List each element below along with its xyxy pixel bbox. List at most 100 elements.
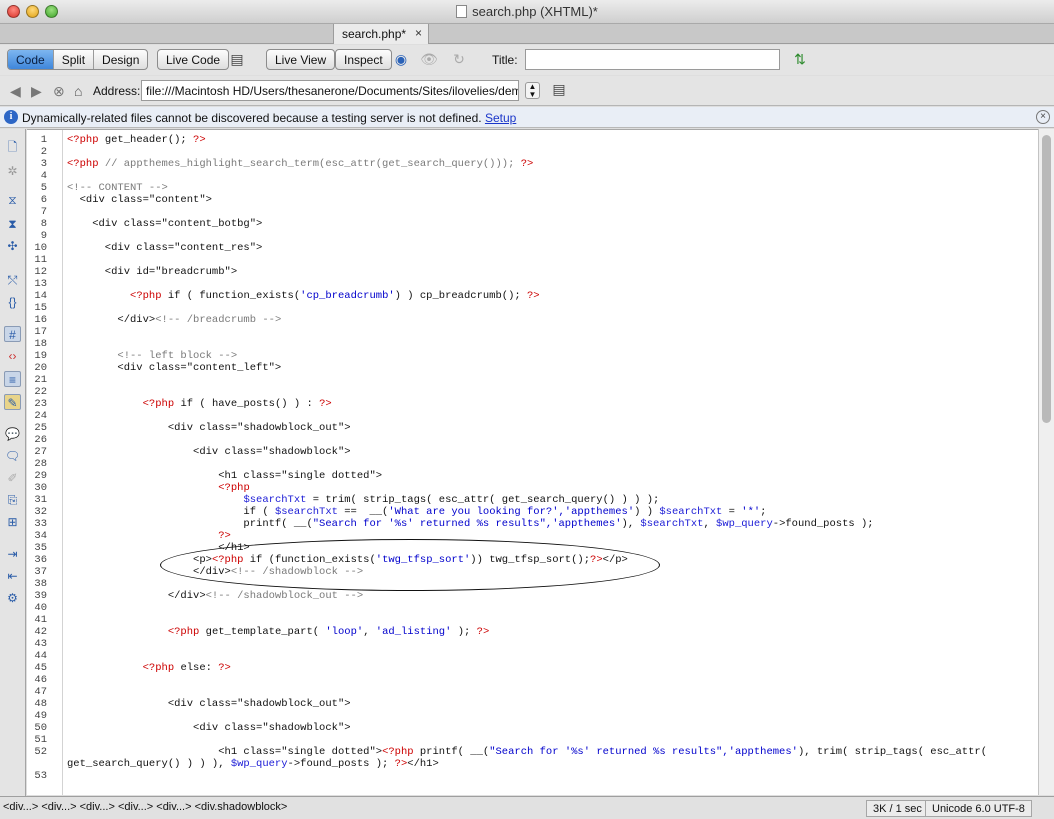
outdent-code-icon[interactable]: ⇤: [4, 568, 21, 584]
visual-aids-icon[interactable]: 👁: [418, 51, 440, 69]
code-line[interactable]: 13: [27, 278, 1038, 290]
code-line[interactable]: 52 <h1 class="single dotted"><?php print…: [27, 746, 1038, 758]
preview-browser-icon[interactable]: ◉: [390, 51, 412, 69]
code-line[interactable]: 24: [27, 410, 1038, 422]
tag-selector[interactable]: <div...> <div...> <div...> <div...> <div…: [3, 801, 287, 813]
inspect-button[interactable]: Inspect: [335, 49, 392, 70]
code-line[interactable]: 46: [27, 674, 1038, 686]
code-line[interactable]: 53: [27, 770, 1038, 782]
code-line[interactable]: 10 <div class="content_res">: [27, 242, 1038, 254]
code-line[interactable]: 19 <!-- left block -->: [27, 350, 1038, 362]
apply-comment-icon[interactable]: 💬: [4, 426, 21, 442]
code-line[interactable]: 12 <div id="breadcrumb">: [27, 266, 1038, 278]
scrollbar-thumb[interactable]: [1042, 135, 1051, 423]
code-line[interactable]: 50 <div class="shadowblock">: [27, 722, 1038, 734]
code-line[interactable]: 44: [27, 650, 1038, 662]
live-view-button[interactable]: Live View: [266, 49, 336, 70]
open-documents-icon[interactable]: 🗋: [4, 139, 21, 155]
design-view-button[interactable]: Design: [94, 50, 147, 69]
info-close-icon[interactable]: ×: [1036, 110, 1050, 124]
code-line[interactable]: 16 </div><!-- /breadcrumb -->: [27, 314, 1038, 326]
code-line[interactable]: 42 <?php get_template_part( 'loop', 'ad_…: [27, 626, 1038, 638]
code-line[interactable]: 14 <?php if ( function_exists('cp_breadc…: [27, 290, 1038, 302]
code-line[interactable]: 41: [27, 614, 1038, 626]
code-line[interactable]: 48 <div class="shadowblock_out">: [27, 698, 1038, 710]
split-view-button[interactable]: Split: [54, 50, 95, 69]
move-css-icon[interactable]: ⊞: [4, 514, 21, 530]
live-code-button[interactable]: Live Code: [157, 49, 230, 70]
code-line[interactable]: 51: [27, 734, 1038, 746]
tab-close-icon[interactable]: ×: [415, 26, 422, 40]
vertical-scrollbar[interactable]: [1038, 129, 1054, 795]
code-line[interactable]: 20 <div class="content_left">: [27, 362, 1038, 374]
code-line[interactable]: 37 </div><!-- /shadowblock -->: [27, 566, 1038, 578]
wrap-tag-icon[interactable]: ✐: [4, 470, 21, 486]
code-line[interactable]: 25 <div class="shadowblock_out">: [27, 422, 1038, 434]
refresh-icon[interactable]: ↻: [448, 51, 470, 69]
code-line[interactable]: 7: [27, 206, 1038, 218]
code-line[interactable]: 26: [27, 434, 1038, 446]
code-line[interactable]: 49: [27, 710, 1038, 722]
code-line[interactable]: 11: [27, 254, 1038, 266]
code-line[interactable]: 30 <?php: [27, 482, 1038, 494]
code-line[interactable]: 47: [27, 686, 1038, 698]
word-wrap-icon[interactable]: ≡: [4, 371, 21, 387]
code-line[interactable]: 9: [27, 230, 1038, 242]
code-line[interactable]: 31 $searchTxt = trim( strip_tags( esc_at…: [27, 494, 1038, 506]
back-icon[interactable]: ◀: [10, 83, 21, 100]
show-code-navigator-icon[interactable]: ✲: [4, 163, 21, 179]
code-view-button[interactable]: Code: [8, 50, 54, 69]
encoding-indicator[interactable]: Unicode 6.0 UTF-8: [925, 800, 1032, 817]
address-input[interactable]: file:///Macintosh HD/Users/thesanerone/D…: [141, 80, 519, 101]
code-line[interactable]: 39 </div><!-- /shadowblock_out -->: [27, 590, 1038, 602]
code-line[interactable]: 28: [27, 458, 1038, 470]
document-tab[interactable]: search.php* ×: [333, 24, 429, 44]
code-line[interactable]: 2: [27, 146, 1038, 158]
file-management-icon[interactable]: ⇅: [789, 51, 811, 69]
indent-code-icon[interactable]: ⇥: [4, 546, 21, 562]
setup-link[interactable]: Setup: [485, 111, 516, 125]
code-line[interactable]: 23 <?php if ( have_posts() ) : ?>: [27, 398, 1038, 410]
expand-all-icon[interactable]: ✣: [4, 238, 21, 254]
code-line[interactable]: 32 if ( $searchTxt == __('What are you l…: [27, 506, 1038, 518]
collapse-selection-icon[interactable]: ⧗: [4, 216, 21, 232]
code-line[interactable]: 6 <div class="content">: [27, 194, 1038, 206]
code-line[interactable]: 18: [27, 338, 1038, 350]
code-line[interactable]: get_search_query() ) ) ), $wp_query->fou…: [27, 758, 1038, 770]
recent-snippets-icon[interactable]: ⎘: [4, 492, 21, 508]
home-icon[interactable]: ⌂: [74, 83, 82, 99]
line-numbers-icon[interactable]: #: [4, 326, 21, 342]
code-line[interactable]: 35 </h1>: [27, 542, 1038, 554]
code-line[interactable]: 17: [27, 326, 1038, 338]
address-history-stepper[interactable]: ▲ ▼: [525, 82, 540, 99]
remove-comment-icon[interactable]: 🗨: [4, 448, 21, 464]
balance-braces-icon[interactable]: {}: [4, 294, 21, 310]
code-line[interactable]: 45 <?php else: ?>: [27, 662, 1038, 674]
code-line[interactable]: 29 <h1 class="single dotted">: [27, 470, 1038, 482]
code-line[interactable]: 40: [27, 602, 1038, 614]
code-line[interactable]: 15: [27, 302, 1038, 314]
stop-icon[interactable]: ⊗: [53, 83, 65, 100]
code-line[interactable]: 22: [27, 386, 1038, 398]
highlight-invalid-code-icon[interactable]: ‹›: [4, 348, 21, 364]
check-page-icon[interactable]: ▤: [226, 51, 248, 69]
code-line[interactable]: 43: [27, 638, 1038, 650]
code-line[interactable]: 38: [27, 578, 1038, 590]
code-line[interactable]: 36 <p><?php if (function_exists('twg_tfs…: [27, 554, 1038, 566]
code-line[interactable]: 4: [27, 170, 1038, 182]
code-line[interactable]: 1 <?php get_header(); ?>: [27, 134, 1038, 146]
code-line[interactable]: 3 <?php // appthemes_highlight_search_ter…: [27, 158, 1038, 170]
code-editor[interactable]: 1 <?php get_header(); ?> 2 3 <?php // appthe…: [27, 129, 1038, 795]
code-line[interactable]: 33 printf( __("Search for '%s' returned …: [27, 518, 1038, 530]
forward-icon[interactable]: ▶: [31, 83, 42, 100]
collapse-full-tag-icon[interactable]: ⧖: [4, 192, 21, 208]
select-parent-tag-icon[interactable]: ⤲: [4, 272, 21, 288]
code-line[interactable]: 34 ?>: [27, 530, 1038, 542]
code-line[interactable]: 21: [27, 374, 1038, 386]
browser-options-icon[interactable]: ▤: [548, 81, 570, 99]
code-line[interactable]: 27 <div class="shadowblock">: [27, 446, 1038, 458]
title-input[interactable]: [525, 49, 780, 70]
format-source-code-icon[interactable]: ⚙: [4, 590, 21, 606]
code-line[interactable]: 5 <!-- CONTENT -->: [27, 182, 1038, 194]
code-line[interactable]: 8 <div class="content_botbg">: [27, 218, 1038, 230]
